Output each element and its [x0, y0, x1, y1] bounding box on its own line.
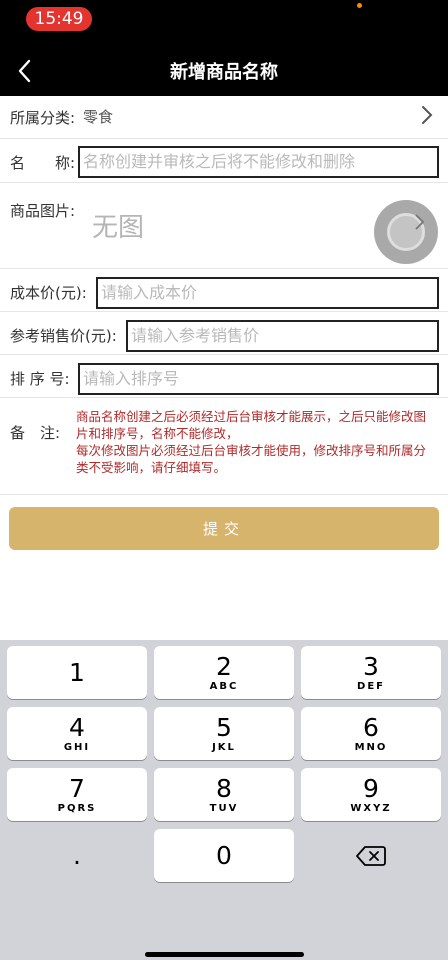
remark-text: 商品名称创建之后必须经过后台审核才能展示，之后只能修改图片和排序号，名称不能修改…	[76, 409, 427, 475]
page-title: 新增商品名称	[170, 62, 278, 83]
remark-row: 备 注: 商品名称创建之后必须经过后台审核才能展示，之后只能修改图片和排序号，名…	[0, 398, 448, 495]
no-image-placeholder[interactable]: 无图	[92, 207, 144, 244]
status-time: 15:49	[26, 7, 92, 31]
ref-price-input[interactable]: 请输入参考销售价	[126, 320, 439, 352]
category-row[interactable]: 所属分类: 零食	[0, 96, 448, 139]
key-decimal[interactable]: .	[7, 829, 147, 882]
key-7[interactable]: 7 PQRS	[7, 768, 147, 821]
image-label: 商品图片:	[10, 202, 76, 220]
remark-label: 备 注:	[10, 424, 61, 442]
backspace-icon	[356, 845, 386, 866]
ref-price-label: 参考销售价(元):	[10, 327, 117, 345]
home-indicator[interactable]	[145, 952, 304, 957]
sort-row: 排 序 号: 请输入排序号	[0, 355, 448, 398]
key-0[interactable]: 0	[154, 829, 294, 882]
assistive-touch-button[interactable]	[374, 200, 438, 264]
delete-key[interactable]	[301, 829, 441, 882]
cost-price-row: 成本价(元): 请输入成本价	[0, 269, 448, 312]
numeric-keypad: 1 2 ABC 3 DEF 4 GHI 5 JKL 6 MNO 7 PQRS 8…	[0, 640, 448, 960]
name-input[interactable]: 名称创建并审核之后将不能修改和删除	[78, 146, 439, 178]
cost-price-input[interactable]: 请输入成本价	[96, 277, 439, 309]
recording-indicator	[357, 3, 362, 8]
ref-price-row: 参考销售价(元): 请输入参考销售价	[0, 312, 448, 355]
key-2[interactable]: 2 ABC	[154, 646, 294, 699]
key-6[interactable]: 6 MNO	[301, 707, 441, 760]
sort-label: 排 序 号:	[10, 370, 70, 388]
key-5[interactable]: 5 JKL	[154, 707, 294, 760]
name-row: 名 称: 名称创建并审核之后将不能修改和删除	[0, 139, 448, 183]
cost-price-label: 成本价(元):	[10, 284, 87, 302]
key-1[interactable]: 1	[7, 646, 147, 699]
top-bar: 15:49 新增商品名称	[0, 0, 448, 96]
key-3[interactable]: 3 DEF	[301, 646, 441, 699]
key-8[interactable]: 8 TUV	[154, 768, 294, 821]
category-label: 所属分类:	[10, 109, 76, 127]
key-4[interactable]: 4 GHI	[7, 707, 147, 760]
submit-button[interactable]: 提交	[9, 507, 439, 550]
image-chevron-icon	[413, 212, 425, 236]
category-value: 零食	[83, 108, 114, 126]
key-9[interactable]: 9 WXYZ	[301, 768, 441, 821]
chevron-right-icon[interactable]	[420, 104, 434, 130]
name-label: 名 称:	[10, 154, 76, 172]
sort-input[interactable]: 请输入排序号	[78, 363, 439, 395]
